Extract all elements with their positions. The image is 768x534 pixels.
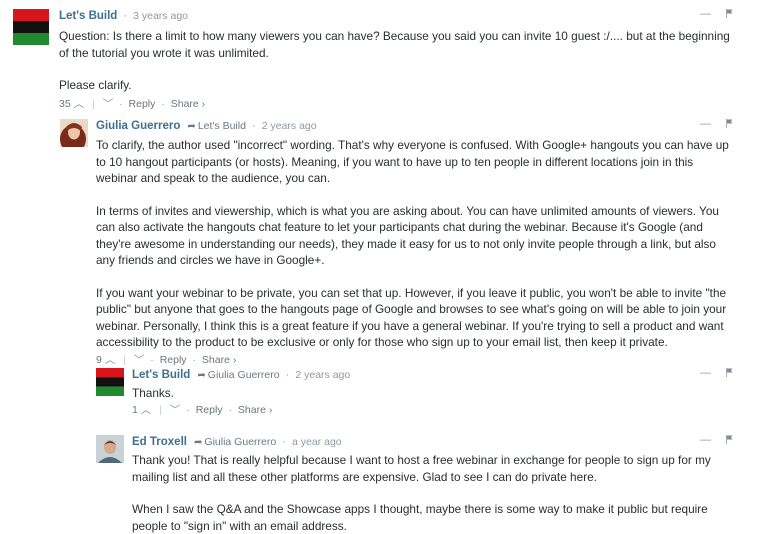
vote-count: 1 [132,403,138,416]
avatar[interactable] [96,368,124,396]
reply-to-name[interactable]: Giulia Guerrero [208,369,280,381]
separator-dot: · [123,10,128,22]
comment-controls: — [688,434,733,446]
message-paragraph: If you want your webinar to be private, … [96,285,727,350]
reply-arrow-icon: ➦ [187,121,196,132]
message-paragraph: Thank you! That is really helpful becaus… [132,453,711,484]
author-name[interactable]: Let's Build [59,10,117,22]
message-paragraph: When I saw the Q&A and the Showcase apps… [132,502,708,533]
comment-controls: — [688,118,733,130]
comment-controls: — [688,367,733,379]
comment-4: Ed Troxell ➦ Giulia Guerrero · a year ago… [96,434,733,533]
timestamp[interactable]: a year ago [292,436,342,448]
share-button[interactable]: Share › [202,354,236,366]
message-paragraph: Thanks. [132,386,174,400]
share-button[interactable]: Share › [171,98,205,110]
downvote-icon[interactable]: ﹀ [134,354,145,366]
message-paragraph: Question: Is there a limit to how many v… [59,29,730,60]
avatar-photo [96,435,124,463]
downvote-icon[interactable]: ﹀ [103,98,114,110]
comment-message: To clarify, the author used "incorrect" … [96,137,733,351]
reply-button[interactable]: Reply [160,354,187,366]
avatar-flag-image [96,368,124,396]
flag-icon[interactable] [726,118,733,130]
avatar-flag-image [13,9,49,45]
avatar[interactable] [96,435,124,463]
flag-icon[interactable] [726,367,733,379]
timestamp[interactable]: 2 years ago [295,369,350,381]
flag-icon[interactable] [726,434,733,446]
comment-2: Giulia Guerrero ➦ Let's Build · 2 years a… [60,118,733,366]
avatar[interactable] [13,9,49,45]
upvote-icon[interactable]: ︿ [74,98,85,110]
author-name[interactable]: Giulia Guerrero [96,120,180,132]
vote-count: 35 [59,97,71,110]
comment-message: Question: Is there a limit to how many v… [59,28,733,94]
separator-dot: · [282,436,286,448]
message-paragraph: In terms of invites and viewership, whic… [96,203,719,268]
separator-dot: · [285,369,290,381]
timestamp[interactable]: 3 years ago [133,10,188,22]
author-name[interactable]: Let's Build [132,369,190,381]
comment-message: Thanks. [132,385,733,402]
comment-footer: 35 ︿ | ﹀ · Reply · Share › [59,97,206,110]
reply-arrow-icon: ➦ [194,437,203,448]
vote-count: 9 [96,353,102,366]
upvote-icon[interactable]: ︿ [141,404,152,416]
comment-message: Thank you! That is really helpful becaus… [132,452,733,534]
minimize-button[interactable]: — [700,367,711,379]
minimize-button[interactable]: — [700,118,711,130]
comment-1: Let's Build · 3 years ago — Question: Is… [13,8,733,110]
timestamp[interactable]: 2 years ago [262,120,317,132]
comment-controls: — [688,8,733,20]
comment-footer: 1 ︿ | ﹀ · Reply · Share › [132,403,273,416]
reply-button[interactable]: Reply [129,98,156,110]
share-button[interactable]: Share › [238,404,272,416]
comment-3: Let's Build ➦ Giulia Guerrero · 2 years a… [96,367,733,418]
reply-to-name[interactable]: Giulia Guerrero [204,436,276,448]
separator-dot: · [252,120,256,132]
comment-footer: 9 ︿ | ﹀ · Reply · Share › [96,353,237,366]
message-paragraph: Please clarify. [59,78,132,92]
message-paragraph: To clarify, the author used "incorrect" … [96,138,729,185]
avatar[interactable] [60,119,88,147]
upvote-icon[interactable]: ︿ [105,354,116,366]
avatar-photo [60,119,88,147]
author-name[interactable]: Ed Troxell [132,436,187,448]
minimize-button[interactable]: — [700,8,711,20]
minimize-button[interactable]: — [700,434,711,446]
downvote-icon[interactable]: ﹀ [170,404,181,416]
reply-arrow-icon: ➦ [197,370,206,381]
reply-button[interactable]: Reply [196,404,223,416]
flag-icon[interactable] [726,8,733,20]
reply-to-name[interactable]: Let's Build [198,120,246,132]
